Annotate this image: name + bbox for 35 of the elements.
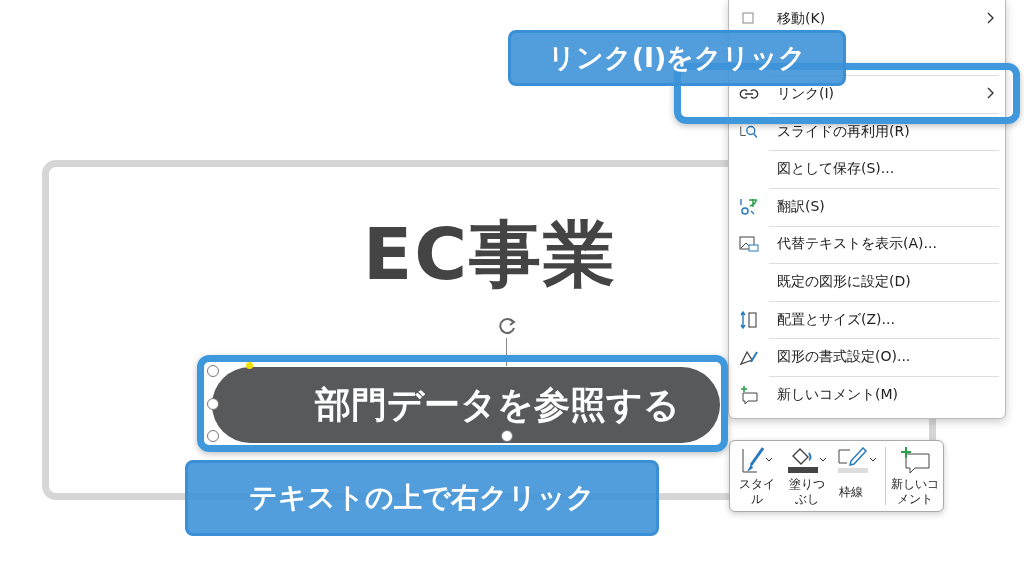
chevron-right-icon (987, 87, 995, 99)
menu-item[interactable]: 既定の図形に設定(D) (729, 263, 1005, 301)
menu-item[interactable]: スライドの再利用(R) (729, 112, 1005, 151)
chevron-right-icon (987, 11, 995, 24)
rotate-handle-icon[interactable] (496, 315, 518, 337)
toolbar-button[interactable]: 塗りつぶし (783, 445, 831, 507)
menu-item[interactable]: 代替テキストを表示(A)... (729, 225, 1005, 264)
callout-tooltip: リンク(I)をクリック (508, 30, 846, 86)
caret-icon (764, 457, 773, 463)
comment-add-icon (900, 447, 930, 473)
toolbar-button[interactable]: 新しいコメント (890, 445, 940, 507)
paint-bucket-icon (787, 447, 818, 473)
toolbar-button[interactable]: スタイル (733, 445, 781, 507)
callout-tooltip: テキストの上で右クリック (185, 460, 659, 536)
pen-icon (837, 447, 868, 473)
shape-button[interactable]: 部門データを参照する (212, 367, 720, 443)
resize-handle[interactable] (207, 365, 219, 377)
menu-item[interactable]: 新しいコメント(M) (729, 375, 1005, 414)
resize-handle[interactable] (207, 430, 219, 442)
link-icon (739, 87, 759, 101)
comment-add-icon (739, 384, 759, 405)
toolbar-button[interactable]: 枠線 (833, 445, 881, 507)
caret-icon (818, 457, 827, 463)
adjust-handle[interactable] (246, 362, 253, 369)
resize-handle[interactable] (207, 398, 219, 410)
magnifier-icon (740, 124, 758, 139)
caret-icon (868, 457, 877, 463)
resize-icon (739, 309, 759, 330)
menu-item[interactable]: 配置とサイズ(Z)... (729, 300, 1005, 339)
picture-icon (739, 235, 759, 254)
menu-item[interactable]: 図形の書式設定(O)... (729, 338, 1005, 376)
slide-title: EC事業 (362, 215, 618, 295)
brush-icon (741, 447, 764, 473)
menu-item[interactable]: 図として保存(S)... (729, 150, 1005, 188)
menu-item[interactable]: 翻訳(S) (729, 187, 1005, 226)
